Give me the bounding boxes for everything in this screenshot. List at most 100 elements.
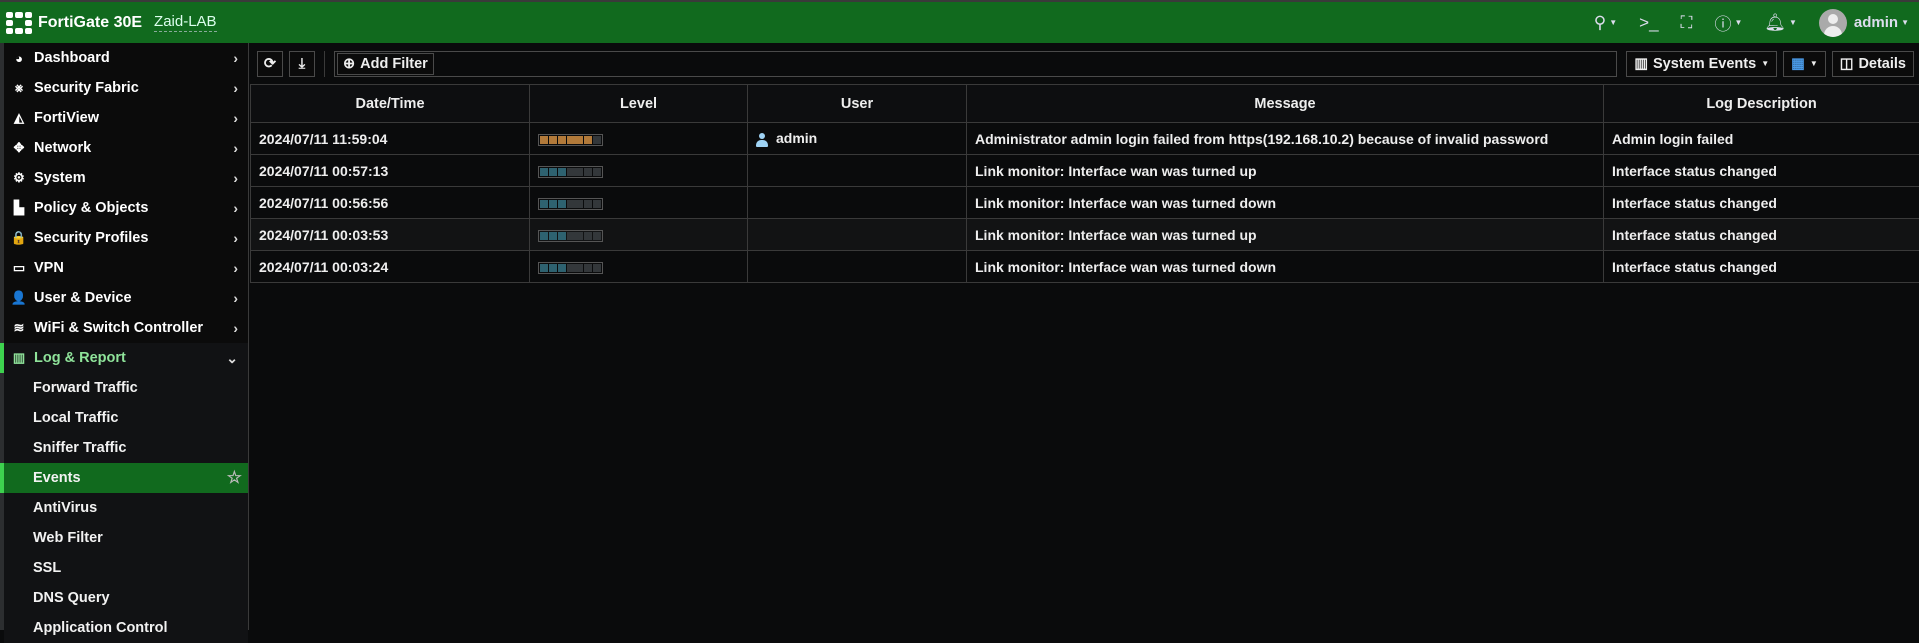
user-icon	[756, 133, 768, 147]
filter-bar[interactable]: ⊕Add Filter	[334, 51, 1617, 77]
sidebar-item-wifi-switch-controller[interactable]: ≋WiFi & Switch Controller›	[4, 313, 248, 343]
sidebar-item-label: Web Filter	[33, 530, 103, 546]
chevron-right-icon: ›	[233, 170, 238, 186]
column-header[interactable]: User	[748, 85, 967, 123]
sidebar-item-label: SSL	[33, 560, 61, 576]
sidebar-item-system[interactable]: ⚙System ›	[4, 163, 248, 193]
cli-console-button[interactable]: >_	[1639, 13, 1658, 33]
table-row[interactable]: 2024/07/11 00:03:24 Link monitor: Interf…	[251, 251, 1919, 283]
message-cell: Link monitor: Interface wan was turned d…	[967, 251, 1604, 283]
sidebar-item-label: Security Fabric	[34, 80, 139, 96]
datetime-cell: 2024/07/11 00:03:24	[251, 251, 530, 283]
sidebar-subitem-sniffer-traffic[interactable]: Sniffer Traffic	[4, 433, 248, 463]
refresh-button[interactable]: ⟳	[257, 51, 283, 77]
sidebar-item-user-device[interactable]: 👤User & Device›	[4, 283, 248, 313]
fortiview-icon: ◭	[8, 110, 30, 126]
level-cell	[530, 155, 748, 187]
sidebar-item-label: Log & Report	[34, 350, 126, 366]
avatar	[1819, 9, 1847, 37]
user-cell	[748, 219, 967, 251]
sidebar-item-label: Dashboard	[34, 50, 110, 66]
add-filter-button[interactable]: ⊕Add Filter	[337, 53, 434, 75]
sidebar-subitem-forward-traffic[interactable]: Forward Traffic	[4, 373, 248, 403]
sidebar-item-label: VPN	[34, 260, 64, 276]
log-source-dropdown[interactable]: ▦▼	[1783, 51, 1826, 77]
bar-chart-icon: ▥	[8, 350, 30, 366]
user-name: admin	[776, 130, 817, 146]
level-indicator	[538, 230, 603, 242]
user-cell	[748, 251, 967, 283]
datetime-cell: 2024/07/11 00:56:56	[251, 187, 530, 219]
sidebar-item-policy-objects[interactable]: ▙Policy & Objects ›	[4, 193, 248, 223]
sidebar-subitem-events[interactable]: Events☆	[4, 463, 248, 493]
sidebar-item-network[interactable]: ✥Network›	[4, 133, 248, 163]
sidebar-subitem-ssl[interactable]: SSL	[4, 553, 248, 583]
message-cell: Link monitor: Interface wan was turned d…	[967, 187, 1604, 219]
column-header[interactable]: Message	[967, 85, 1604, 123]
description-cell: Admin login failed	[1604, 123, 1919, 155]
star-icon[interactable]: ☆	[227, 468, 242, 488]
user-menu[interactable]: admin▼	[1819, 9, 1909, 37]
datetime-cell: 2024/07/11 00:57:13	[251, 155, 530, 187]
bell-icon: 🔔︎	[1764, 13, 1786, 33]
help-button[interactable]: ⓘ▼	[1714, 10, 1742, 35]
download-button[interactable]: ⤓	[289, 51, 315, 77]
main-content: ⟳ ⤓ ⊕Add Filter ▥System Events▼ ▦▼ ◫Deta…	[250, 43, 1919, 630]
sidebar-subitem-application-control[interactable]: Application Control	[4, 613, 248, 643]
table-row[interactable]: 2024/07/11 00:56:56 Link monitor: Interf…	[251, 187, 1919, 219]
toolbar: ⟳ ⤓ ⊕Add Filter ▥System Events▼ ▦▼ ◫Deta…	[250, 43, 1919, 84]
column-header[interactable]: Level	[530, 85, 748, 123]
add-filter-label: Add Filter	[360, 56, 428, 72]
sidebar-subitem-web-filter[interactable]: Web Filter	[4, 523, 248, 553]
message-cell: Link monitor: Interface wan was turned u…	[967, 155, 1604, 187]
sidebar-item-fortiview[interactable]: ◭FortiView›	[4, 103, 248, 133]
hostname[interactable]: Zaid-LAB	[154, 13, 217, 32]
sidebar-item-dashboard[interactable]: ◕Dashboard›	[4, 43, 248, 73]
chevron-right-icon: ›	[233, 260, 238, 276]
wifi-icon: ≋	[8, 320, 30, 336]
event-type-dropdown[interactable]: ▥System Events▼	[1626, 51, 1777, 77]
search-button[interactable]: ⚲▼	[1594, 13, 1617, 33]
download-icon: ⤓	[299, 56, 305, 72]
sidebar-item-label: FortiView	[34, 110, 99, 126]
firewall-icon: ▦	[1791, 56, 1805, 72]
sidebar-item-label: System	[34, 170, 86, 186]
chevron-right-icon: ›	[233, 200, 238, 216]
details-button[interactable]: ◫Details	[1832, 51, 1914, 77]
user-cell	[748, 155, 967, 187]
fortinet-logo-icon	[6, 12, 32, 34]
user-icon: 👤	[8, 290, 30, 306]
gear-icon: ⚙	[8, 170, 30, 186]
search-icon: ⚲	[1594, 13, 1606, 33]
level-indicator	[538, 198, 603, 210]
column-header[interactable]: Date/Time	[251, 85, 530, 123]
table-row[interactable]: 2024/07/11 11:59:04 admin Administrator …	[251, 123, 1919, 155]
description-cell: Interface status changed	[1604, 155, 1919, 187]
sidebar-item-security-profiles[interactable]: 🔒Security Profiles›	[4, 223, 248, 253]
device-name: FortiGate 30E	[38, 14, 142, 32]
sidebar-item-vpn[interactable]: ▭VPN›	[4, 253, 248, 283]
message-cell: Link monitor: Interface wan was turned u…	[967, 219, 1604, 251]
chevron-right-icon: ›	[233, 320, 238, 336]
sidebar-item-label: Local Traffic	[33, 410, 118, 426]
table-row[interactable]: 2024/07/11 00:03:53 Link monitor: Interf…	[251, 219, 1919, 251]
sidebar-subitem-dns-query[interactable]: DNS Query	[4, 583, 248, 613]
column-header[interactable]: Log Description	[1604, 85, 1919, 123]
sidebar-subitem-antivirus[interactable]: AntiVirus	[4, 493, 248, 523]
lock-icon: 🔒	[8, 230, 30, 246]
policy-icon: ▙	[8, 200, 30, 216]
sidebar-item-security-fabric[interactable]: ⨳Security Fabric ›	[4, 73, 248, 103]
security-fabric-icon: ⨳	[8, 80, 30, 96]
sidebar-item-label: Security Profiles	[34, 230, 148, 246]
description-cell: Interface status changed	[1604, 187, 1919, 219]
chevron-right-icon: ›	[233, 80, 238, 96]
divider	[324, 51, 325, 77]
sidebar-subitem-local-traffic[interactable]: Local Traffic	[4, 403, 248, 433]
fullscreen-button[interactable]: ⛶	[1681, 13, 1693, 33]
sidebar-item-log-report[interactable]: ▥Log & Report⌄	[4, 343, 248, 373]
notifications-button[interactable]: 🔔︎▼	[1764, 13, 1797, 33]
table-row[interactable]: 2024/07/11 00:57:13 Link monitor: Interf…	[251, 155, 1919, 187]
user-cell	[748, 187, 967, 219]
network-icon: ✥	[8, 140, 30, 156]
sidebar-item-label: Policy & Objects	[34, 200, 148, 216]
